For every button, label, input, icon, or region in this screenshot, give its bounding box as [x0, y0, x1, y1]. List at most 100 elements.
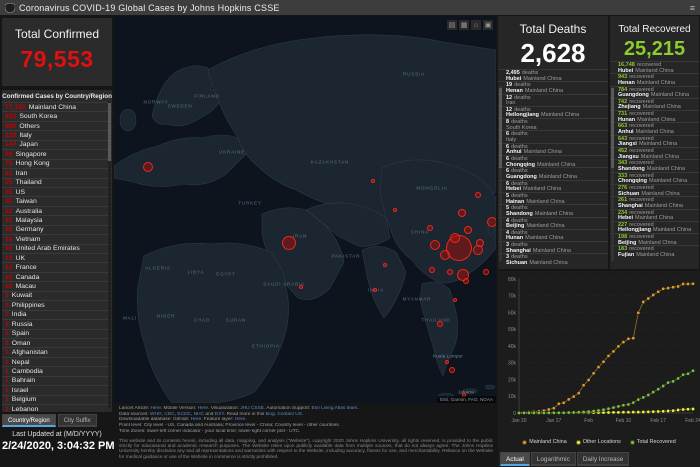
case-bubble[interactable] [383, 263, 387, 267]
scrollbar-thumb[interactable] [611, 88, 614, 168]
deaths-list-item[interactable]: 5deaths HainanMainland China [498, 192, 608, 204]
footer-link[interactable]: JHU CSSE [240, 406, 264, 411]
country-list-item[interactable]: 1 Nepal [2, 357, 112, 366]
country-list-item[interactable]: 3 Philippines [2, 300, 112, 309]
deaths-list-item[interactable]: 6deaths ChongqingMainland China [498, 155, 608, 167]
country-list-item[interactable]: 3 India [2, 310, 112, 319]
country-list-item[interactable]: 1 Cambodia [2, 366, 112, 375]
case-bubble[interactable] [373, 288, 377, 292]
country-list-item[interactable]: 3 Kuwait [2, 291, 112, 300]
footer-link[interactable]: DXY [215, 412, 224, 417]
recovered-list-item[interactable]: 742recovered ZhejiangMainland China [610, 98, 699, 110]
recovered-list-item[interactable]: 234recovered HebeiMainland China [610, 209, 699, 221]
deaths-list-item[interactable]: 12deaths Iran [498, 94, 608, 106]
case-bubble[interactable] [453, 298, 457, 302]
recovered-list-item[interactable]: 343recovered ShandongMainland China [610, 159, 699, 171]
recovered-list-item[interactable]: 261recovered ShanghaiMainland China [610, 196, 699, 208]
sidebar-tab[interactable]: City Suffix [58, 414, 97, 427]
case-bubble[interactable] [143, 162, 153, 172]
deaths-list-item[interactable]: 3deaths SichuanMainland China [498, 253, 608, 265]
country-list-item[interactable]: 833 South Korea [2, 111, 112, 120]
deaths-list-item[interactable]: 4deaths BeijingMainland China [498, 217, 608, 229]
deaths-list-item[interactable]: 3deaths ShanghaiMainland China [498, 241, 608, 253]
scrollbar-thumb[interactable] [499, 88, 502, 168]
world-map[interactable]: RUSSIANORWAYSWEDENFINLANDUKRAINETURKEYKA… [114, 16, 496, 403]
footer-link[interactable]: Contact US. [277, 412, 303, 417]
recovered-list-item[interactable]: 452recovered JiangsuMainland China [610, 147, 699, 159]
footer-link[interactable]: WHO [150, 412, 162, 417]
deaths-list-item[interactable]: 6deaths HebeiMainland China [498, 180, 608, 192]
footer-link[interactable]: Here [198, 406, 208, 411]
recovered-list-item[interactable]: 276recovered SichuanMainland China [610, 184, 699, 196]
country-list-item[interactable]: 22 Malaysia [2, 215, 112, 224]
recovered-list-item[interactable]: 227recovered HeilongjiangMainland China [610, 221, 699, 233]
country-list-item[interactable]: 1 Bahrain [2, 376, 112, 385]
footer-link[interactable]: Here [235, 417, 245, 422]
country-list-item[interactable]: 2 Spain [2, 329, 112, 338]
map-control-button[interactable]: ▤ [447, 20, 457, 30]
chart-tab[interactable]: Actual [500, 452, 530, 466]
case-bubble[interactable] [430, 240, 440, 250]
country-list-item[interactable]: 77,150 Mainland China [2, 102, 112, 111]
deaths-list-item[interactable]: 8deaths South Korea [498, 118, 608, 130]
sidebar-tab[interactable]: Country/Region [2, 414, 56, 427]
footer-link[interactable]: NHC [194, 412, 204, 417]
country-list-item[interactable]: 12 France [2, 262, 112, 271]
deaths-list-item[interactable]: 2,495deaths HubeiMainland China [498, 69, 608, 81]
case-bubble[interactable] [371, 179, 375, 183]
footer-link[interactable]: Esri Living Atlas team [311, 406, 357, 411]
country-list-item[interactable]: 1 Belgium [2, 395, 112, 404]
case-bubble[interactable] [475, 192, 481, 198]
country-list-item[interactable]: 2 Russia [2, 319, 112, 328]
country-list-item[interactable]: 89 Singapore [2, 149, 112, 158]
map-control-button[interactable]: ▦ [459, 20, 469, 30]
recovered-list-item[interactable]: 183recovered FujianMainland China [610, 245, 699, 257]
map-control-button[interactable]: ⌂ [471, 20, 481, 30]
recovered-list-item[interactable]: 943recovered HenanMainland China [610, 73, 699, 85]
country-list-item[interactable]: 16 Germany [2, 225, 112, 234]
case-bubble[interactable] [464, 226, 472, 234]
deaths-list-item[interactable]: 6deaths AnhuiMainland China [498, 143, 608, 155]
recovered-list-item[interactable]: 333recovered ChongqingMainland China [610, 172, 699, 184]
country-list-item[interactable]: 30 Taiwan [2, 196, 112, 205]
country-list-item[interactable]: 147 Japan [2, 140, 112, 149]
case-bubble[interactable] [463, 278, 469, 284]
scrollbar-thumb[interactable] [108, 103, 111, 161]
country-list-item[interactable]: 35 Thailand [2, 178, 112, 187]
case-bubble[interactable] [427, 225, 433, 231]
case-bubble[interactable] [282, 236, 296, 250]
chart-tab[interactable]: Daily Increase [577, 452, 630, 466]
case-bubble[interactable] [449, 367, 455, 373]
case-bubble[interactable] [483, 269, 489, 275]
map-control-button[interactable]: ▣ [483, 20, 493, 30]
recovered-list-item[interactable]: 731recovered HunanMainland China [610, 110, 699, 122]
case-bubble[interactable] [450, 233, 460, 243]
deaths-list-item[interactable]: 19deaths HenanMainland China [498, 81, 608, 93]
country-list-item[interactable]: 13 UK [2, 253, 112, 262]
country-list-item[interactable]: 1 Lebanon [2, 404, 112, 412]
country-list-item[interactable]: 229 Italy [2, 130, 112, 139]
footer-link[interactable]: blog [266, 412, 275, 417]
case-bubble[interactable] [476, 239, 484, 247]
country-list-item[interactable]: 61 Iran [2, 168, 112, 177]
deaths-list-item[interactable]: 4deaths HunanMainland China [498, 229, 608, 241]
country-list-item[interactable]: 16 Vietnam [2, 234, 112, 243]
recovered-list-item[interactable]: 784recovered GuangdongMainland China [610, 86, 699, 98]
case-bubble[interactable] [437, 321, 443, 327]
footer-link[interactable]: Here [150, 406, 160, 411]
recovered-list-item[interactable]: 663recovered AnhuiMainland China [610, 122, 699, 134]
country-list-item[interactable]: 2 Oman [2, 338, 112, 347]
case-bubble[interactable] [445, 360, 449, 364]
country-list-item[interactable]: 13 United Arab Emirates [2, 244, 112, 253]
deaths-scrollbar[interactable] [499, 86, 502, 261]
deaths-list-item[interactable]: 5deaths ShandongMainland China [498, 204, 608, 216]
country-list-item[interactable]: 695 Others [2, 121, 112, 130]
country-list-item[interactable]: 1 Afghanistan [2, 347, 112, 356]
case-bubble[interactable] [440, 250, 450, 260]
recovered-list-item[interactable]: 643recovered JiangxiMainland China [610, 135, 699, 147]
case-bubble[interactable] [487, 217, 496, 227]
footer-link[interactable]: CDC [164, 412, 174, 417]
footer-link[interactable]: Here [191, 417, 201, 422]
case-bubble[interactable] [299, 285, 303, 289]
country-list-item[interactable]: 35 US [2, 187, 112, 196]
